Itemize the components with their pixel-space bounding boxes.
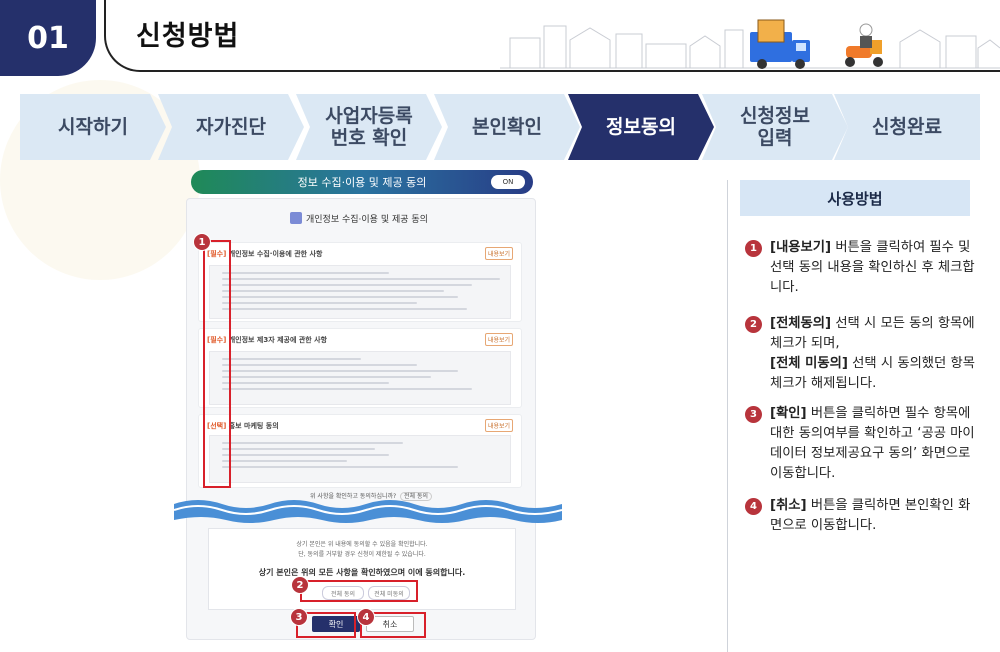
consent-inner-title: 개인정보 수집·이용 및 제공 동의 (306, 215, 428, 225)
help-number: 4 (745, 498, 762, 515)
badge-2: 2 (291, 576, 309, 594)
view-content-button[interactable]: 내용보기 (485, 247, 513, 260)
wave-separator (174, 500, 562, 523)
document-icon (290, 212, 302, 224)
vertical-divider (727, 180, 728, 652)
badge-1: 1 (193, 233, 211, 251)
help-text: [내용보기] 버튼을 클릭하여 필수 및 선택 동의 내용을 확인하신 후 체크… (770, 240, 975, 295)
view-content-button[interactable]: 내용보기 (485, 333, 513, 346)
consent-section-marketing: [선택] 홍보 마케팅 동의 내용보기 (198, 414, 522, 488)
page-title: 신청방법 (136, 21, 240, 52)
notice-line-1: 상기 본인은 위 내용에 동의할 수 있음을 확인합니다. (296, 541, 428, 548)
section-content-box (209, 351, 511, 405)
help-number: 1 (745, 240, 762, 257)
step-identity: 본인확인 (434, 94, 580, 160)
step-info-consent: 정보동의 (568, 94, 714, 160)
notice-line-2: 단, 동의를 거부할 경우 신청이 제한될 수 있습니다. (298, 551, 426, 558)
view-content-button[interactable]: 내용보기 (485, 419, 513, 432)
section-content-box (209, 265, 511, 319)
toggle-switch[interactable]: ON (491, 175, 525, 189)
delivery-truck-icon (750, 19, 810, 69)
step-complete: 신청완료 (834, 94, 980, 160)
help-number: 3 (745, 406, 762, 423)
help-text: [확인] 버튼을 클릭하면 필수 항목에 대한 동의여부를 확인하고 ‘공공 마… (770, 406, 975, 481)
section-number: 01 (0, 0, 96, 76)
highlight-agree-options (300, 580, 418, 602)
badge-3: 3 (290, 608, 308, 626)
city-delivery-illustration (500, 19, 1000, 69)
final-question: 상기 본인은 위의 모든 사항을 확인하였으며 이에 동의합니다. (258, 568, 466, 577)
help-title: 사용방법 (740, 180, 970, 216)
section-content-box (209, 435, 511, 483)
consent-topbar: 정보 수집·이용 및 제공 동의 ON (191, 170, 533, 194)
step-start: 시작하기 (20, 94, 166, 160)
badge-4: 4 (357, 608, 375, 626)
help-number: 2 (745, 316, 762, 333)
process-steps: 시작하기 자가진단 사업자등록 번호 확인 본인확인 정보동의 신청정보 입력 … (20, 94, 980, 160)
consent-section-collection: [필수] 개인정보 수집·이용에 관한 사항 내용보기 (198, 242, 522, 322)
step-self-diagnosis: 자가진단 (158, 94, 304, 160)
step-business-number: 사업자등록 번호 확인 (296, 94, 442, 160)
highlight-view-buttons (203, 240, 231, 488)
consent-topbar-title: 정보 수집·이용 및 제공 동의 (297, 176, 427, 189)
consent-section-third-party: [필수] 개인정보 제3자 제공에 관한 사항 내용보기 (198, 328, 522, 408)
step-application-info: 신청정보 입력 (702, 94, 848, 160)
help-text: [전체동의] 선택 시 모든 동의 항목에 체크가 되며, [전체 미동의] 선택… (770, 316, 975, 391)
help-text: [취소] 버튼을 클릭하면 본인확인 화면으로 이동합니다. (770, 498, 971, 533)
delivery-scooter-icon (845, 23, 883, 67)
